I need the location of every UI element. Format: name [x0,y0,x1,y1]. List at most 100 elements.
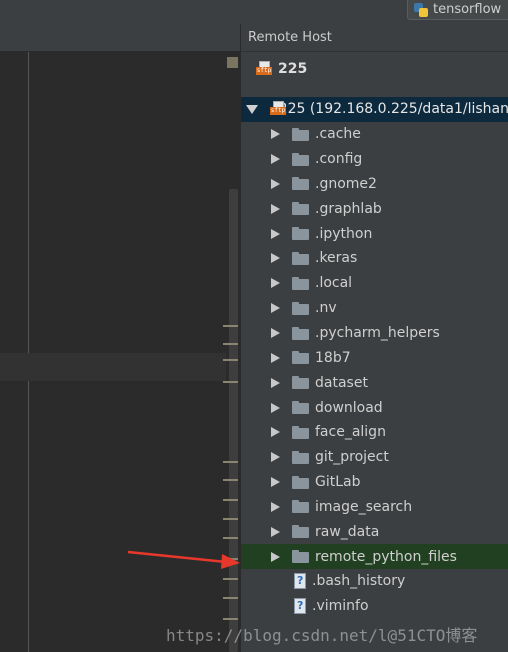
expand-arrow-icon[interactable] [271,178,280,189]
tree-folder-node[interactable]: face_align [241,420,508,445]
folder-icon [292,401,309,415]
tree-folder-label: .pycharm_helpers [315,325,440,342]
run-configuration-selector[interactable]: tensorflow [407,0,508,20]
tree-folder-label: 18b7 [315,349,351,366]
editor-scrollbar-thumb[interactable] [229,189,238,652]
tree-folder-node[interactable]: .local [241,271,508,296]
tree-folder-node[interactable]: raw_data [241,519,508,544]
editor-area[interactable] [0,24,240,652]
scroll-marker[interactable] [223,578,238,580]
folder-icon [292,425,309,439]
expand-arrow-icon[interactable] [271,253,280,264]
scroll-marker[interactable] [223,325,238,327]
tree-file-node[interactable]: ? .viminfo [241,594,508,619]
scroll-marker[interactable] [223,618,238,620]
tree-folder-node[interactable]: .graphlab [241,196,508,221]
tree-folder-node[interactable]: remote_python_files [241,544,508,570]
current-line-highlight [0,353,226,381]
folder-icon [292,152,309,166]
tree-folder-label: GitLab [315,474,361,491]
tree-folder-node[interactable]: .pycharm_helpers [241,321,508,346]
tree-root-label: 225 (192.168.0.225/data1/lishan [278,101,508,118]
host-selector-label: 225 [278,61,308,77]
expand-arrow-icon[interactable] [271,477,280,488]
expand-arrow-icon[interactable] [271,328,280,339]
tree-folder-node[interactable]: .ipython [241,221,508,246]
scroll-marker[interactable] [223,359,238,361]
unknown-file-icon: ? [292,573,308,590]
expand-arrow-icon[interactable] [271,402,280,413]
expand-arrow-icon[interactable] [271,551,280,562]
expand-arrow-icon[interactable] [271,129,280,140]
expand-arrow-icon[interactable] [271,228,280,239]
expand-arrow-icon[interactable] [271,427,280,438]
tree-folder-node[interactable]: .cache [241,122,508,147]
expand-arrow-icon[interactable] [271,526,280,537]
folder-icon [292,301,309,315]
tree-folder-node[interactable]: .gnome2 [241,172,508,197]
remote-host-panel: Remote Host sftp 225 sftp 225 (192.168.0… [240,24,508,652]
tree-folder-label: face_align [315,424,386,441]
folder-icon [292,202,309,216]
folder-icon [292,351,309,365]
sftp-icon: sftp [256,61,272,77]
tree-folder-node[interactable]: 18b7 [241,345,508,370]
folder-icon [292,177,309,191]
expand-arrow-icon[interactable] [271,203,280,214]
expand-arrow-icon[interactable] [271,501,280,512]
tree-folder-label: image_search [315,498,413,515]
unknown-file-icon: ? [292,598,308,615]
host-selector[interactable]: sftp 225 [241,52,508,86]
tree-folder-node[interactable]: GitLab [241,470,508,495]
tree-folder-label: raw_data [315,523,380,540]
scroll-marker[interactable] [223,499,238,501]
tree-folder-node[interactable]: image_search [241,495,508,520]
tree-folder-label: .cache [315,126,361,143]
scroll-marker[interactable] [223,537,238,539]
inspection-status-marker[interactable] [227,57,238,68]
tree-folder-label: .gnome2 [315,175,377,192]
tree-file-label: .viminfo [312,598,369,615]
scroll-marker[interactable] [223,461,238,463]
editor-tab-bar [0,24,240,52]
folder-icon [292,550,309,564]
expand-arrow-icon[interactable] [271,154,280,165]
tree-folder-node[interactable]: git_project [241,445,508,470]
tree-folder-label: .ipython [315,225,373,242]
scroll-marker[interactable] [223,558,238,560]
top-toolbar: tensorflow [0,0,508,24]
expand-arrow-icon[interactable] [271,352,280,363]
tree-file-node[interactable]: ? .bash_history [241,569,508,594]
collapse-arrow-icon[interactable] [246,104,258,114]
scroll-marker[interactable] [223,381,238,383]
scroll-marker[interactable] [223,343,238,345]
folder-icon [292,376,309,390]
tree-folder-node[interactable]: .keras [241,246,508,271]
tree-folder-label: .keras [315,250,358,267]
tree-folder-node[interactable]: .nv [241,296,508,321]
panel-header: Remote Host [241,24,508,52]
tree-root-node[interactable]: sftp 225 (192.168.0.225/data1/lishan [241,97,508,122]
run-configuration-label: tensorflow [433,2,502,17]
folder-icon [292,227,309,241]
tree-folder-label: git_project [315,449,389,466]
tree-file-label: .bash_history [312,573,406,590]
folder-icon [292,475,309,489]
folder-icon [292,127,309,141]
panel-title: Remote Host [248,30,332,45]
tree-folder-label: remote_python_files [315,548,457,565]
tree-folder-node[interactable]: .config [241,147,508,172]
tree-folder-label: .config [315,151,363,168]
sftp-icon: sftp [270,101,286,117]
scroll-marker[interactable] [223,479,238,481]
expand-arrow-icon[interactable] [271,377,280,388]
scroll-marker[interactable] [223,518,238,520]
expand-arrow-icon[interactable] [271,303,280,314]
expand-arrow-icon[interactable] [271,278,280,289]
tree-folder-node[interactable]: dataset [241,370,508,395]
scroll-marker[interactable] [223,597,238,599]
expand-arrow-icon[interactable] [271,452,280,463]
remote-file-tree: sftp 225 (192.168.0.225/data1/lishan .ca… [241,97,508,619]
tree-folder-node[interactable]: download [241,395,508,420]
folder-icon [292,276,309,290]
